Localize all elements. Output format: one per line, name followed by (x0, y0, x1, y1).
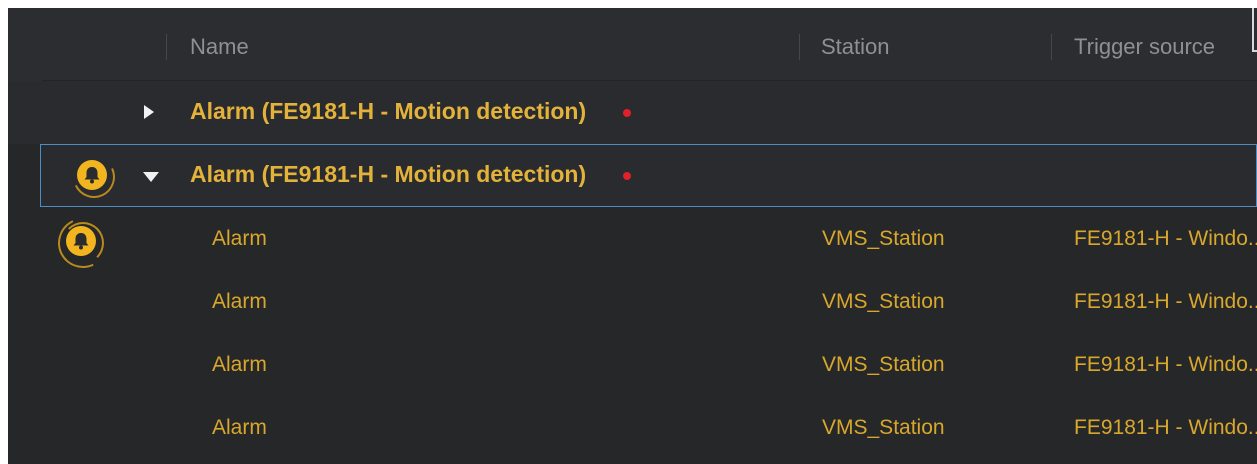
alarm-trigger-source: FE9181-H - Windo... (1074, 290, 1257, 313)
triangle-right-icon[interactable] (144, 105, 154, 119)
column-separator[interactable] (166, 34, 167, 60)
alarm-name: Alarm (212, 227, 267, 250)
bell-icon (66, 226, 96, 256)
red-dot-icon (623, 172, 631, 180)
triangle-down-icon[interactable] (143, 172, 159, 182)
alarm-list-panel: Name Station Trigger source Alarm (FE918… (8, 8, 1257, 464)
alarm-trigger-source: FE9181-H - Windo... (1074, 416, 1257, 439)
alarm-station: VMS_Station (822, 227, 945, 250)
alarm-trigger-source: FE9181-H - Windo... (1074, 353, 1257, 376)
alarm-station: VMS_Station (822, 290, 945, 313)
alarm-group-title: Alarm (FE9181-H - Motion detection) (190, 161, 587, 187)
bell-icon (77, 160, 107, 190)
alarm-row[interactable]: Alarm VMS_Station FE9181-H - Windo... (8, 270, 1257, 333)
alarm-name: Alarm (212, 290, 267, 313)
alarm-row[interactable]: Alarm VMS_Station FE9181-H - Windo... (8, 207, 1257, 276)
alarm-group-title: Alarm (FE9181-H - Motion detection) (190, 98, 587, 124)
column-separator[interactable] (799, 34, 800, 60)
column-header-name[interactable]: Name (190, 34, 249, 60)
window-corner-marker (1252, 8, 1257, 52)
table-header: Name Station Trigger source (8, 8, 1257, 86)
alarm-row[interactable]: Alarm VMS_Station FE9181-H - Windo... (8, 396, 1257, 459)
alarm-group-row-selected[interactable]: Alarm (FE9181-H - Motion detection) (40, 144, 1257, 207)
red-dot-icon (623, 109, 631, 117)
column-separator[interactable] (1051, 34, 1052, 60)
alarm-trigger-source: FE9181-H - Windo... (1074, 227, 1257, 250)
alarm-station: VMS_Station (822, 353, 945, 376)
alarm-name: Alarm (212, 416, 267, 439)
column-header-trigger-source[interactable]: Trigger source (1074, 34, 1215, 60)
alarm-name: Alarm (212, 353, 267, 376)
alarm-station: VMS_Station (822, 416, 945, 439)
alarm-group-row[interactable]: Alarm (FE9181-H - Motion detection) (8, 81, 1257, 144)
column-header-station[interactable]: Station (821, 34, 890, 60)
alarm-row[interactable]: Alarm VMS_Station FE9181-H - Windo... (8, 333, 1257, 396)
